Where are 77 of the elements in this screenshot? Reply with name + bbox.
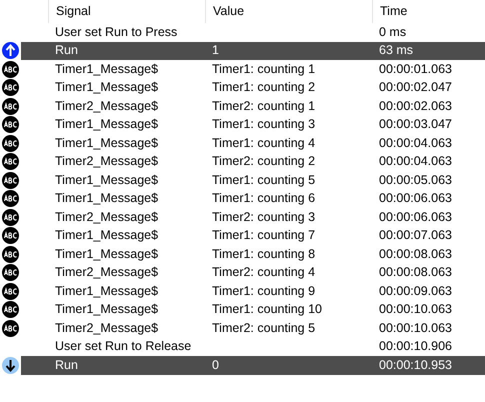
table-row[interactable]: Timer1_Message$ Timer1: counting 7 00:00:07.063 bbox=[21, 226, 485, 245]
signal-cell: Timer1_Message$ bbox=[55, 284, 158, 298]
time-cell: 00:00:02.063 bbox=[379, 98, 452, 113]
table-row[interactable]: Timer1_Message$ Timer1: counting 9 00:00:09.063 bbox=[21, 282, 485, 300]
value-cell: 0 bbox=[212, 358, 219, 372]
table-row[interactable]: User set Run to Press 0 ms bbox=[21, 23, 485, 42]
value-cell: Timer2: counting 1 bbox=[212, 98, 316, 113]
time-cell: 00:00:08.063 bbox=[379, 246, 452, 261]
signal-cell: Timer2_Message$ bbox=[55, 154, 158, 168]
time-cell: 00:00:10.953 bbox=[379, 358, 452, 372]
table-row[interactable]: Timer2_Message$ Timer2: counting 2 00:00:04.063 bbox=[21, 152, 485, 171]
signal-cell: Timer1_Message$ bbox=[55, 117, 158, 132]
signal-cell: Timer2_Message$ bbox=[55, 210, 158, 224]
time-cell: 00:00:10.906 bbox=[379, 339, 452, 354]
signal-cell: Timer1_Message$ bbox=[55, 246, 158, 261]
column-header[interactable]: Value bbox=[213, 2, 244, 21]
table-row[interactable]: Timer2_Message$ Timer2: counting 5 00:00:10.063 bbox=[21, 319, 485, 338]
time-cell: 00:00:01.063 bbox=[379, 62, 452, 76]
time-cell: 63 ms bbox=[379, 43, 414, 58]
value-cell: Timer1: counting 3 bbox=[212, 117, 316, 132]
time-cell: 00:00:10.063 bbox=[379, 320, 452, 335]
signal-cell: Timer1_Message$ bbox=[55, 228, 158, 242]
table-row[interactable]: Timer1_Message$ Timer1: counting 10 00:00:10.063 bbox=[21, 300, 485, 319]
column-header[interactable]: Signal bbox=[56, 2, 91, 21]
value-cell: Timer2: counting 2 bbox=[212, 154, 316, 168]
table-row[interactable]: Run 1 63 ms bbox=[21, 42, 485, 60]
value-cell: Timer1: counting 8 bbox=[212, 246, 316, 261]
table-row[interactable]: Timer1_Message$ Timer1: counting 4 00:00:04.063 bbox=[21, 134, 485, 152]
value-cell: Timer2: counting 5 bbox=[212, 320, 316, 335]
time-cell: 00:00:06.063 bbox=[379, 210, 452, 224]
value-cell: Timer1: counting 2 bbox=[212, 80, 316, 94]
time-cell: 00:00:02.047 bbox=[379, 80, 452, 94]
column-header[interactable]: Time bbox=[380, 2, 408, 21]
signal-cell: Timer1_Message$ bbox=[55, 172, 158, 187]
signal-cell: User set Run to Press bbox=[55, 24, 178, 39]
signal-cell: Timer1_Message$ bbox=[55, 62, 158, 76]
time-cell: 00:00:04.063 bbox=[379, 154, 452, 168]
time-cell: 00:00:08.063 bbox=[379, 265, 452, 280]
signal-cell: Run bbox=[55, 358, 78, 372]
value-cell: Timer1: counting 5 bbox=[212, 172, 316, 187]
value-cell: Timer1: counting 6 bbox=[212, 191, 316, 206]
table-row[interactable]: Timer1_Message$ Timer1: counting 1 00:00:01.063 bbox=[21, 60, 485, 78]
table-row[interactable]: Run 0 00:00:10.953 bbox=[21, 356, 485, 374]
time-cell: 00:00:10.063 bbox=[379, 302, 452, 316]
table-row[interactable]: Timer1_Message$ Timer1: counting 8 00:00:08.063 bbox=[21, 245, 485, 264]
value-cell: Timer2: counting 3 bbox=[212, 210, 316, 224]
table-row[interactable]: Timer1_Message$ Timer1: counting 2 00:00:02.047 bbox=[21, 78, 485, 97]
value-cell: Timer1: counting 9 bbox=[212, 284, 316, 298]
signal-cell: User set Run to Release bbox=[55, 339, 192, 354]
value-cell: Timer1: counting 4 bbox=[212, 136, 316, 150]
table-row[interactable]: Timer1_Message$ Timer1: counting 3 00:00:03.047 bbox=[21, 116, 485, 134]
signal-cell: Timer1_Message$ bbox=[55, 191, 158, 206]
time-cell: 00:00:05.063 bbox=[379, 172, 452, 187]
time-cell: 00:00:09.063 bbox=[379, 284, 452, 298]
signal-cell: Timer1_Message$ bbox=[55, 136, 158, 150]
value-cell: Timer1: counting 1 bbox=[212, 62, 316, 76]
table-row[interactable]: Timer2_Message$ Timer2: counting 3 00:00:06.063 bbox=[21, 208, 485, 226]
value-cell: 1 bbox=[212, 43, 219, 58]
table-row[interactable]: Timer1_Message$ Timer1: counting 5 00:00:05.063 bbox=[21, 171, 485, 190]
value-cell: Timer1: counting 7 bbox=[212, 228, 316, 242]
time-cell: 00:00:07.063 bbox=[379, 228, 452, 242]
signal-cell: Timer1_Message$ bbox=[55, 302, 158, 316]
signal-cell: Timer2_Message$ bbox=[55, 320, 158, 335]
signal-cell: Timer2_Message$ bbox=[55, 265, 158, 280]
value-cell: Timer2: counting 4 bbox=[212, 265, 316, 280]
signal-cell: Timer2_Message$ bbox=[55, 98, 158, 113]
time-cell: 0 ms bbox=[379, 24, 406, 39]
time-cell: 00:00:06.063 bbox=[379, 191, 452, 206]
time-cell: 00:00:04.063 bbox=[379, 136, 452, 150]
time-cell: 00:00:03.047 bbox=[379, 117, 452, 132]
signal-cell: Run bbox=[55, 43, 78, 58]
value-cell: Timer1: counting 10 bbox=[212, 302, 322, 316]
signal-cell: Timer1_Message$ bbox=[55, 80, 158, 94]
table-row[interactable]: Timer2_Message$ Timer2: counting 1 00:00:02.063 bbox=[21, 97, 485, 116]
table-row[interactable]: Timer2_Message$ Timer2: counting 4 00:00:08.063 bbox=[21, 264, 485, 282]
table-row[interactable]: User set Run to Release 00:00:10.906 bbox=[21, 338, 485, 356]
table-row[interactable]: Timer1_Message$ Timer1: counting 6 00:00:06.063 bbox=[21, 190, 485, 208]
